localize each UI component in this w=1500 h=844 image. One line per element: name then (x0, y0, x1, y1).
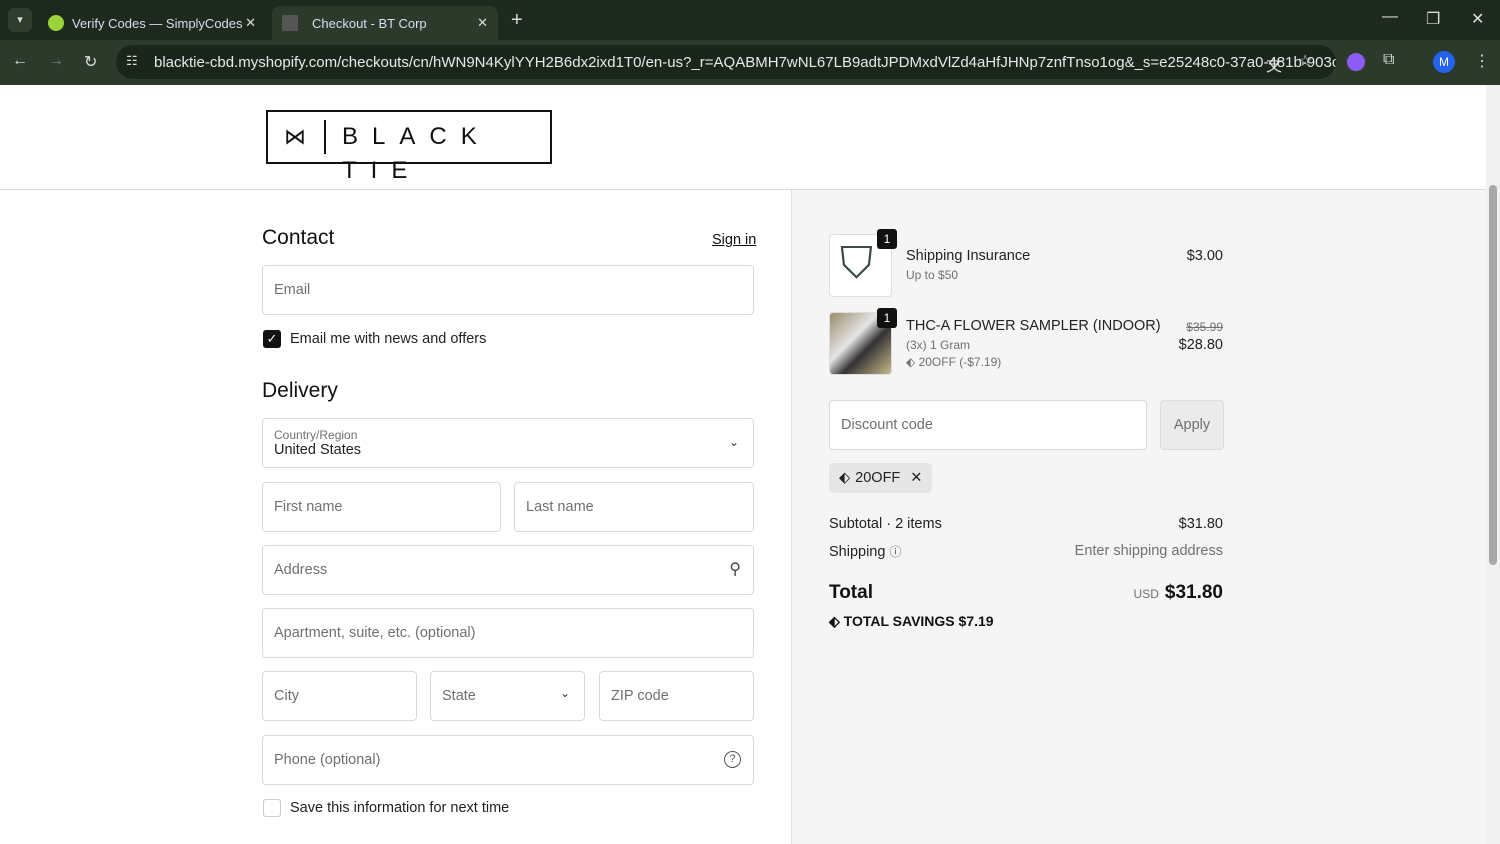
scrollbar-thumb[interactable] (1489, 185, 1497, 565)
tab-title: Verify Codes — SimplyCodes (72, 15, 243, 31)
extensions-puzzle-icon[interactable]: ⧉ (1383, 51, 1394, 69)
country-label: Country/Region (274, 428, 358, 442)
help-icon[interactable]: ⓘ (889, 545, 901, 559)
apartment-field[interactable]: Apartment, suite, etc. (optional) (262, 608, 754, 658)
chevron-down-icon: ⌄ (728, 435, 739, 449)
contact-heading: Contact (262, 226, 335, 249)
zip-field[interactable]: ZIP code (599, 671, 754, 721)
first-name-field[interactable]: First name (262, 482, 501, 532)
code-text: 20OFF (855, 470, 901, 486)
placeholder: City (274, 688, 299, 704)
tag-icon: ⬖ (906, 355, 919, 369)
item-variant: Up to $50 (906, 268, 959, 282)
item-name: Shipping Insurance (906, 248, 1031, 264)
total-value: $31.80 (1164, 582, 1223, 603)
apply-button[interactable]: Apply (1160, 400, 1224, 450)
extension-icon[interactable] (1347, 53, 1365, 71)
reload-icon[interactable]: ↻ (84, 52, 97, 72)
restore-icon[interactable]: ❐ (1426, 9, 1440, 29)
close-tab-icon[interactable]: ✕ (245, 15, 256, 31)
item-name: THC-A FLOWER SAMPLER (INDOOR) (906, 318, 1161, 334)
tag-icon: ⬖ (839, 470, 851, 486)
placeholder: Discount code (841, 417, 933, 433)
tab-title: Checkout - BT Corp (312, 15, 427, 31)
savings-label: TOTAL SAVINGS (843, 613, 955, 629)
simplycodes-icon (48, 15, 64, 31)
tag-icon: ⬖ (829, 613, 844, 629)
email-field[interactable]: Email (262, 265, 754, 315)
country-select[interactable]: Country/Region United States ⌄ (262, 418, 754, 468)
savings-value: $7.19 (958, 613, 994, 629)
tab-search-button[interactable]: ▾ (8, 8, 32, 32)
back-icon[interactable]: ← (12, 52, 28, 70)
translate-icon[interactable]: 文 (1266, 52, 1282, 76)
logo-text: BLACK TIE (324, 120, 550, 184)
chevron-down-icon: ⌄ (559, 686, 570, 700)
quantity-badge: 1 (877, 229, 897, 249)
placeholder: Phone (optional) (274, 752, 381, 768)
placeholder: Apartment, suite, etc. (optional) (274, 625, 476, 641)
discount-code-field[interactable]: Discount code (829, 400, 1147, 450)
help-icon[interactable]: ? (724, 751, 741, 768)
scrollbar[interactable] (1486, 85, 1500, 844)
last-name-field[interactable]: Last name (514, 482, 754, 532)
news-checkbox[interactable]: ✓ (263, 330, 281, 348)
black-tie-logo[interactable]: ⋈ BLACK TIE (266, 110, 552, 184)
item-price: $3.00 (1186, 248, 1223, 264)
currency: USD (1133, 587, 1159, 601)
shipping-label: Shipping (829, 544, 886, 560)
city-field[interactable]: City (262, 671, 417, 721)
subtotal-label: Subtotal · 2 items (829, 516, 942, 532)
favicon-icon (282, 15, 298, 31)
placeholder: Last name (526, 499, 594, 515)
close-tab-icon[interactable]: ✕ (477, 15, 488, 31)
forward-icon[interactable]: → (48, 52, 64, 70)
minimize-icon[interactable]: — (1382, 8, 1398, 26)
bowtie-icon: ⋈ (284, 124, 306, 149)
tab-checkout[interactable]: Checkout - BT Corp ✕ (272, 6, 498, 40)
order-summary: ⛉ 1 Shipping Insurance Up to $50 $3.00 1… (791, 190, 1486, 844)
applied-discount-tag: ⬖ 20OFF ✕ (829, 463, 933, 493)
save-info-label: Save this information for next time (290, 800, 510, 816)
close-window-icon[interactable]: ✕ (1471, 9, 1484, 29)
tab-bar: ▾ Verify Codes — SimplyCodes ✕ Checkout -… (0, 0, 1500, 40)
placeholder: ZIP code (611, 688, 669, 704)
news-label: Email me with news and offers (290, 331, 487, 347)
total-label: Total (829, 582, 873, 603)
browser-toolbar: ← → ↻ ☷ blacktie-cbd.myshopify.com/check… (0, 40, 1500, 85)
new-tab-icon[interactable]: + (511, 9, 523, 32)
placeholder: State (442, 688, 476, 704)
item-price: $28.80 (1178, 337, 1223, 353)
menu-icon[interactable]: ⋮ (1474, 51, 1490, 71)
shield-check-icon: ⛉ (840, 239, 873, 288)
search-icon[interactable]: ⚲ (729, 559, 741, 579)
placeholder: Email (274, 282, 311, 298)
item-variant: (3x) 1 Gram (906, 338, 971, 352)
sign-in-link[interactable]: Sign in (712, 232, 756, 248)
save-info-checkbox[interactable] (263, 799, 281, 817)
remove-discount-icon[interactable]: ✕ (910, 470, 922, 486)
phone-field[interactable]: Phone (optional)? (262, 735, 754, 785)
original-price: $35.99 (1186, 320, 1223, 334)
profile-avatar[interactable]: M (1433, 51, 1455, 73)
address-field[interactable]: Address ⚲ (262, 545, 754, 595)
country-value: United States (274, 442, 362, 458)
tab-simplycodes[interactable]: Verify Codes — SimplyCodes ✕ (38, 6, 266, 40)
subtotal-value: $31.80 (1178, 516, 1223, 532)
site-info-icon[interactable]: ☷ (126, 53, 138, 69)
url-text: blacktie-cbd.myshopify.com/checkouts/cn/… (154, 53, 1336, 71)
store-header: ⋈ BLACK TIE (0, 85, 1486, 190)
item-discount: 20OFF (-$7.19) (918, 355, 1002, 369)
shipping-value: Enter shipping address (1074, 543, 1223, 559)
delivery-heading: Delivery (262, 379, 338, 402)
bookmark-star-icon[interactable]: ☆ (1298, 51, 1312, 71)
address-bar[interactable]: ☷ blacktie-cbd.myshopify.com/checkouts/c… (116, 45, 1336, 79)
quantity-badge: 1 (877, 308, 897, 328)
placeholder: First name (274, 499, 343, 515)
placeholder: Address (274, 562, 328, 578)
state-select[interactable]: State ⌄ (430, 671, 585, 721)
